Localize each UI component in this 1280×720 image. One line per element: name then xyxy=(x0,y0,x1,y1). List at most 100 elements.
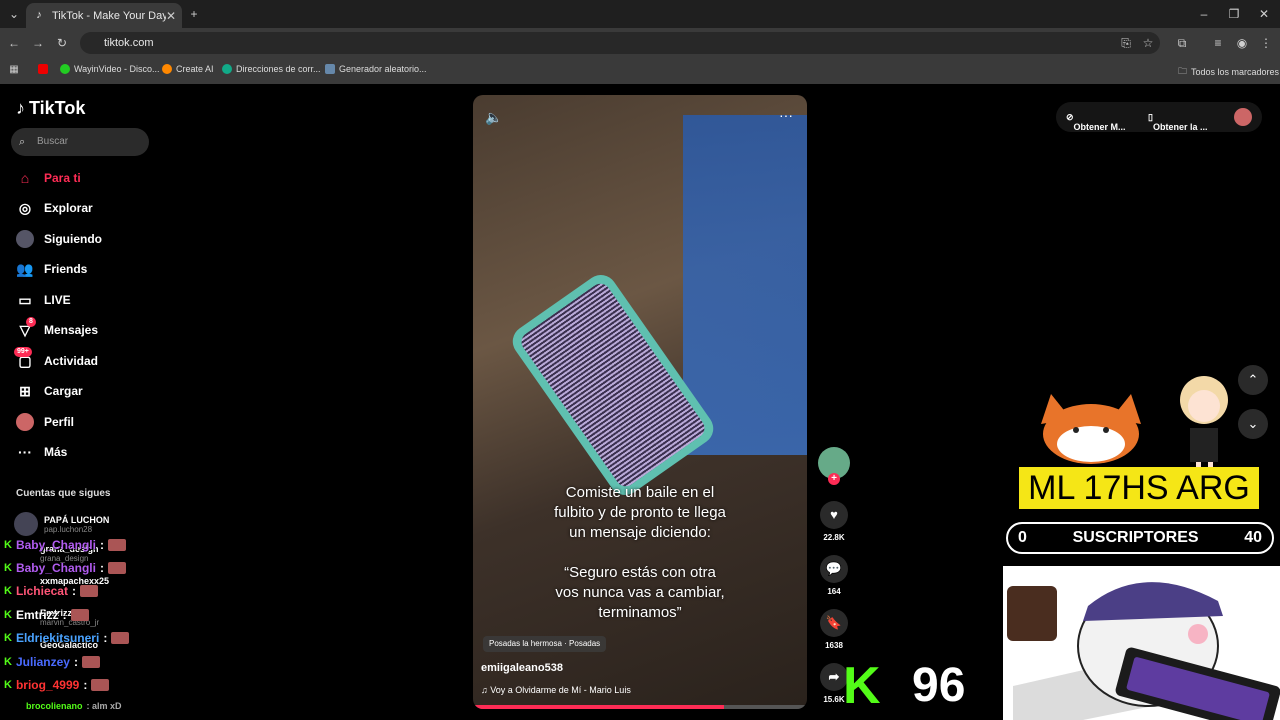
heart-icon: ♥ xyxy=(820,501,848,529)
bookmark-generador[interactable]: Generador aleatorio... xyxy=(325,64,427,74)
emote-icon xyxy=(79,585,98,597)
media-icon[interactable]: ≡ xyxy=(1210,35,1226,51)
messages-badge: 8 xyxy=(26,317,36,327)
friends-icon: 👥 xyxy=(16,261,34,277)
save-button[interactable]: 🔖 1638 xyxy=(818,609,850,650)
folder-icon: 🗀 xyxy=(1178,66,1188,76)
nav-actividad[interactable]: ▢ 99+ Actividad xyxy=(14,347,98,373)
chat-message: K Lichiecat: xyxy=(4,584,98,598)
nav-mas[interactable]: ··· Más xyxy=(16,440,67,464)
nav-friends[interactable]: 👥 Friends xyxy=(16,257,87,281)
chevron-up-icon: ⌃ xyxy=(1247,372,1259,387)
live-icon: ▭ xyxy=(18,292,32,308)
menu-kebab-icon[interactable]: ⋮ xyxy=(1258,35,1274,51)
follow-plus-icon[interactable]: + xyxy=(828,473,840,485)
tiktok-note-icon: ♪ xyxy=(16,98,25,118)
chat-message: brocolienano: alm xD xyxy=(26,701,122,711)
new-tab-icon[interactable]: + xyxy=(186,6,202,22)
emote-icon xyxy=(70,609,89,621)
kick-badge-icon: K xyxy=(4,539,12,551)
creator-avatar[interactable]: + xyxy=(818,447,850,485)
address-bar-row: ← → ↻ tiktok.com ⎘ ☆ ⧉ ≡ ◉ ⋮ xyxy=(0,28,1280,58)
bookmark-wayinvideo[interactable]: WayinVideo - Disco... xyxy=(60,64,160,74)
nav-perfil[interactable]: Perfil xyxy=(16,410,74,434)
restore-icon[interactable]: ❐ xyxy=(1226,6,1242,22)
video-username[interactable]: emiigaleano538 xyxy=(481,662,563,674)
nav-explorar[interactable]: ◎ Explorar xyxy=(16,196,93,220)
reload-icon[interactable]: ↻ xyxy=(54,35,70,51)
cat-keyboard-illustration xyxy=(1003,566,1280,720)
close-tab-icon[interactable]: ✕ xyxy=(166,9,176,23)
tiktok-favicon-icon: ♪ xyxy=(36,8,42,21)
chat-message: K Baby_Changli: xyxy=(4,538,126,552)
following-avatar-icon xyxy=(16,230,34,248)
browser-tab-bar: ⌄ ♪ TikTok - Make Your Day ✕ + – ❐ ✕ xyxy=(0,0,1280,28)
kick-logo: K xyxy=(843,657,881,715)
get-app-button[interactable]: ▯ Obtener la ... xyxy=(1148,112,1207,132)
create-ai-icon xyxy=(162,64,172,74)
chat-message: Kbriog_4999: xyxy=(4,678,110,692)
following-header: Cuentas que sigues xyxy=(16,488,111,499)
nav-mensajes[interactable]: ▽ 8 Mensajes xyxy=(16,317,98,342)
bookmark-star-icon[interactable]: ☆ xyxy=(1140,35,1156,51)
volume-icon[interactable]: 🔈 xyxy=(485,109,502,126)
nav-siguiendo[interactable]: Siguiendo xyxy=(16,227,102,251)
tab-title: TikTok - Make Your Day xyxy=(52,9,166,22)
apps-grid-icon[interactable]: ▦ xyxy=(6,62,22,78)
comment-icon: 💬 xyxy=(820,555,848,583)
close-window-icon[interactable]: ✕ xyxy=(1256,6,1272,22)
emote-icon xyxy=(91,679,110,691)
search-input[interactable]: ⌕ Buscar xyxy=(11,128,149,156)
youtube-icon xyxy=(38,64,48,74)
video-background xyxy=(683,115,807,455)
extensions-icon[interactable]: ⧉ xyxy=(1174,35,1190,51)
chat-message: K Eldriekitsuneri: xyxy=(4,631,130,645)
kick-badge-icon: K xyxy=(4,679,12,691)
emote-icon xyxy=(107,562,126,574)
like-button[interactable]: ♥ 22.8K xyxy=(818,501,850,542)
bookmark-icon: 🔖 xyxy=(820,609,848,637)
anime-girl-icon xyxy=(1180,376,1228,478)
bookmark-create-ai[interactable]: Create AI xyxy=(162,64,214,74)
kick-badge-icon: K xyxy=(4,656,12,668)
forward-icon[interactable]: → xyxy=(30,35,46,51)
user-avatar[interactable] xyxy=(1234,108,1252,126)
video-music[interactable]: ♫ Voy a Olvidarme de Mí - Mario Luis xyxy=(481,685,631,695)
more-options-icon[interactable]: ··· xyxy=(779,107,793,123)
comment-button[interactable]: 💬 164 xyxy=(818,555,850,596)
emote-icon xyxy=(107,539,126,551)
followed-account[interactable]: PAPÁ LUCHON pap.luchon28 xyxy=(14,512,109,536)
kick-badge-icon: K xyxy=(4,632,12,644)
nav-cargar[interactable]: ⊞ Cargar xyxy=(16,379,83,403)
video-progress-bar[interactable] xyxy=(473,705,807,709)
more-icon: ··· xyxy=(18,444,32,460)
activity-icon: ▢ 99+ xyxy=(14,347,34,370)
subscriber-goal-bar: 0 SUSCRIPTORES 40 xyxy=(1006,522,1274,554)
url-input[interactable]: tiktok.com xyxy=(80,32,1160,54)
top-right-bar: ⊘ Obtener M... ▯ Obtener la ... xyxy=(1056,102,1262,132)
fox-mascot-icon xyxy=(1041,394,1141,464)
profile-avatar-icon[interactable]: ◉ xyxy=(1234,35,1250,51)
video-caption: Comiste un baile en el fulbito y de pron… xyxy=(554,484,726,621)
search-icon: ⌕ xyxy=(19,136,26,148)
messages-icon: ▽ 8 xyxy=(16,317,36,339)
get-coins-button[interactable]: ⊘ Obtener M... xyxy=(1066,112,1126,132)
mail-icon xyxy=(222,64,232,74)
bookmark-direcciones[interactable]: Direcciones de corr... xyxy=(222,64,321,74)
chat-message: K Julianzey: xyxy=(4,655,100,669)
progress-fill xyxy=(473,705,724,709)
install-app-icon[interactable]: ⎘ xyxy=(1118,35,1134,51)
kick-badge-icon: K xyxy=(4,609,12,621)
tiktok-logo[interactable]: ♪ TikTok xyxy=(16,98,85,119)
minimize-icon[interactable]: – xyxy=(1196,6,1212,22)
nav-live[interactable]: ▭ LIVE xyxy=(16,288,70,312)
nav-para-ti[interactable]: ⌂ Para ti xyxy=(16,166,81,190)
tab-list-icon[interactable]: ⌄ xyxy=(6,6,22,22)
location-tag[interactable]: Posadas la hermosa · Posadas xyxy=(483,636,607,652)
all-bookmarks[interactable]: 🗀 Todos los marcadores xyxy=(1178,64,1279,80)
browser-tab[interactable]: ♪ TikTok - Make Your Day ✕ xyxy=(26,3,182,28)
bookmark-youtube[interactable] xyxy=(38,64,48,74)
kick-badge-icon: K xyxy=(4,585,12,597)
video-player[interactable]: 🔈 ··· Comiste un baile en el fulbito y d… xyxy=(473,95,807,709)
back-icon[interactable]: ← xyxy=(6,35,22,51)
